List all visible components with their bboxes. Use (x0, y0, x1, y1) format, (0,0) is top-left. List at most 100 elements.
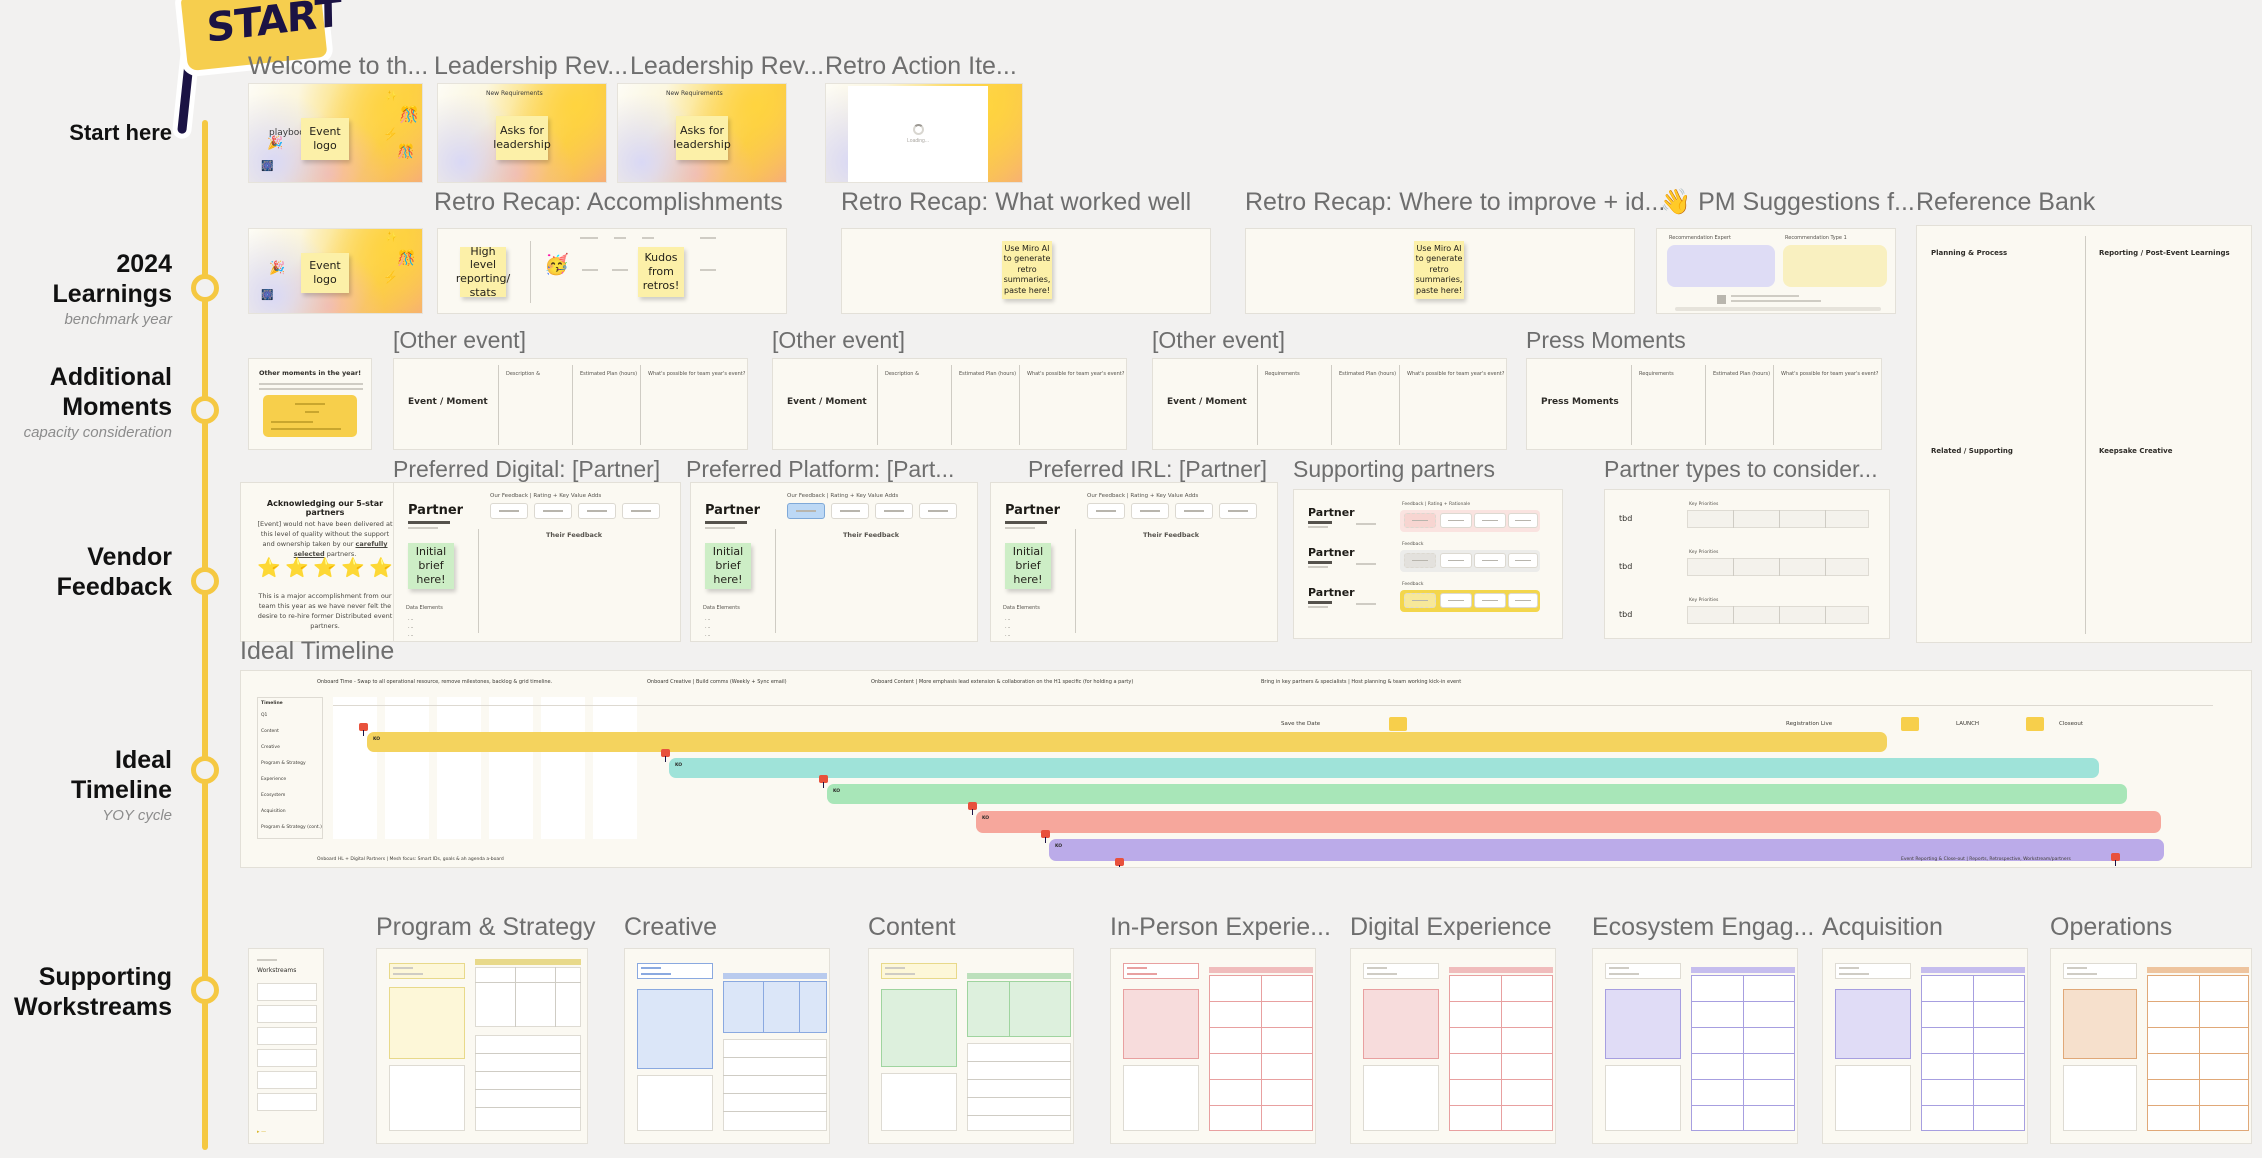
ws2-field[interactable] (637, 963, 713, 979)
frame-title-program-strategy[interactable]: Program & Strategy (376, 913, 596, 942)
pd-sticky-initial-brief[interactable]: Initial brief here! (408, 543, 454, 589)
ws5-field[interactable] (1363, 963, 1439, 979)
pp-chip-3[interactable] (875, 503, 913, 519)
card-preferred-digital[interactable]: Partner Our Feedback | Rating + Key Valu… (393, 482, 681, 642)
card-workstream-content[interactable] (868, 948, 1074, 1144)
ws5-block-2[interactable] (1363, 1065, 1439, 1131)
sticky-event-logo[interactable]: Event logo (301, 118, 349, 160)
pp-chip-4[interactable] (919, 503, 957, 519)
pd-chip-4[interactable] (622, 503, 660, 519)
pp-chip-1[interactable] (787, 503, 825, 519)
miro-board-canvas[interactable]: START Start here 2024 Learnings benchmar… (0, 0, 2262, 1158)
frame-title-recap-improve[interactable]: Retro Recap: Where to improve + id... (1245, 188, 1665, 217)
sp1-chip-2[interactable] (1440, 513, 1472, 528)
pp-sticky-initial-brief[interactable]: Initial brief here! (705, 543, 751, 589)
sp3-chip-2[interactable] (1440, 593, 1472, 608)
ws8-block[interactable] (2063, 989, 2137, 1059)
frame-title-ecosystem[interactable]: Ecosystem Engag... (1592, 913, 1814, 942)
pi-sticky-initial-brief[interactable]: Initial brief here! (1005, 543, 1051, 589)
tl-chip-1[interactable] (1389, 717, 1407, 731)
frame-title-partner-types[interactable]: Partner types to consider... (1604, 456, 1878, 483)
frame-title-digital-experience[interactable]: Digital Experience (1350, 913, 1552, 942)
pt-row-3[interactable] (1687, 606, 1869, 624)
sp3-chip-4[interactable] (1508, 593, 1538, 608)
ws2-block[interactable] (637, 989, 713, 1069)
frame-title-recap-accomplishments[interactable]: Retro Recap: Accomplishments (434, 188, 783, 217)
sp1-chip-4[interactable] (1508, 513, 1538, 528)
tl-pin-7[interactable] (2111, 853, 2120, 866)
card-retro-action-items[interactable]: Loading... (825, 83, 1023, 183)
pm-block-purple[interactable] (1667, 245, 1775, 287)
ws3-tbl[interactable] (967, 981, 1071, 1037)
ws3-block[interactable] (881, 989, 957, 1067)
ws7-field[interactable] (1835, 963, 1911, 979)
ws4-block[interactable] (1123, 989, 1199, 1059)
ws1-field[interactable] (389, 963, 465, 979)
tl-chip-3[interactable] (2026, 717, 2044, 731)
card-reference-bank[interactable]: Planning & Process Reporting / Post-Even… (1916, 225, 2252, 643)
tl-pin-1[interactable] (359, 723, 368, 736)
card-workstreams-intro[interactable]: Workstreams ▸ — (248, 948, 324, 1144)
pd-chip-3[interactable] (578, 503, 616, 519)
ws1-tbl-2[interactable] (475, 1035, 581, 1131)
card-pm-suggestions[interactable]: Recommendation Expert Recommendation Typ… (1656, 228, 1896, 314)
pi-chip-4[interactable] (1219, 503, 1257, 519)
frame-title-other-event-1[interactable]: [Other event] (393, 327, 526, 354)
pm-block-yellow[interactable] (1783, 245, 1887, 287)
sticky-miro-ai-summary-2[interactable]: Use Miro AI to generate retro summaries,… (1414, 241, 1464, 299)
tl-pin-2[interactable] (661, 749, 670, 762)
card-recap-accomplishments[interactable]: High level reporting/ stats 🥳 Kudos from… (437, 228, 787, 314)
tl-pin-3[interactable] (819, 775, 828, 788)
ws3-field[interactable] (881, 963, 957, 979)
ws2-block-2[interactable] (637, 1075, 713, 1131)
ws4-field[interactable] (1123, 963, 1199, 979)
card-workstream-acquisition[interactable] (1822, 948, 2028, 1144)
sp2-chip-4[interactable] (1508, 553, 1538, 568)
ws1-block-2[interactable] (389, 1065, 465, 1131)
sp2-chip-3[interactable] (1474, 553, 1506, 568)
frame-title-in-person[interactable]: In-Person Experie... (1110, 913, 1331, 942)
frame-title-operations[interactable]: Operations (2050, 913, 2172, 942)
card-recap-improve[interactable]: Use Miro AI to generate retro summaries,… (1245, 228, 1635, 314)
frame-title-other-event-2[interactable]: [Other event] (772, 327, 905, 354)
ws3-tbl-2[interactable] (967, 1043, 1071, 1131)
card-other-event-2[interactable]: Event / Moment Description & Estimated P… (772, 358, 1127, 450)
card-welcome-hero-2[interactable]: 🎉 Event logo ✨ 🎊 ⚡ 🎆 (248, 228, 423, 314)
ws1-tbl[interactable] (475, 967, 581, 1027)
card-ideal-timeline[interactable]: Onboard Time - Swap to all operational r… (240, 670, 2252, 868)
sticky-high-level-reporting[interactable]: High level reporting/ stats (456, 245, 510, 299)
frame-title-ideal-timeline[interactable]: Ideal Timeline (240, 637, 394, 666)
frame-title-press-moments[interactable]: Press Moments (1526, 327, 1686, 354)
frame-title-leadership-1[interactable]: Leadership Rev... (434, 52, 628, 81)
frame-title-supporting-partners[interactable]: Supporting partners (1293, 456, 1495, 483)
frame-title-pm-suggestions[interactable]: 👋 PM Suggestions f... (1660, 188, 1915, 217)
tl-pin-5[interactable] (1041, 830, 1050, 843)
pp-chip-2[interactable] (831, 503, 869, 519)
tl-pin-6[interactable] (1115, 858, 1124, 867)
frame-title-retro-action[interactable]: Retro Action Ite... (825, 52, 1017, 81)
sp1-chip-1[interactable] (1404, 513, 1436, 528)
sticky-miro-ai-summary-1[interactable]: Use Miro AI to generate retro summaries,… (1002, 241, 1052, 299)
sp3-band[interactable] (1400, 590, 1540, 612)
tl-chip-2[interactable] (1901, 717, 1919, 731)
frame-title-preferred-irl[interactable]: Preferred IRL: [Partner] (1028, 456, 1267, 483)
tl-pin-4[interactable] (968, 802, 977, 815)
pi-chip-2[interactable] (1131, 503, 1169, 519)
pm-scrollbar[interactable] (1675, 307, 1881, 311)
sp1-chip-3[interactable] (1474, 513, 1506, 528)
frame-title-preferred-platform[interactable]: Preferred Platform: [Part... (686, 456, 954, 483)
frame-title-other-event-3[interactable]: [Other event] (1152, 327, 1285, 354)
card-workstream-digital-experience[interactable] (1350, 948, 1556, 1144)
ws5-block[interactable] (1363, 989, 1439, 1059)
ws1-block[interactable] (389, 987, 465, 1059)
pd-chip-1[interactable] (490, 503, 528, 519)
card-other-event-3[interactable]: Event / Moment Requirements Estimated Pl… (1152, 358, 1507, 450)
sticky-asks-for-leadership-2[interactable]: Asks for leadership (673, 116, 731, 160)
pi-chip-1[interactable] (1087, 503, 1125, 519)
card-workstream-creative[interactable] (624, 948, 830, 1144)
ws7-block[interactable] (1835, 989, 1911, 1059)
ws3-block-2[interactable] (881, 1073, 957, 1131)
sp2-band[interactable] (1400, 550, 1540, 572)
card-press-moments[interactable]: Press Moments Requirements Estimated Pla… (1526, 358, 1882, 450)
sticky-kudos-from-retros[interactable]: Kudos from retros! (638, 247, 684, 297)
